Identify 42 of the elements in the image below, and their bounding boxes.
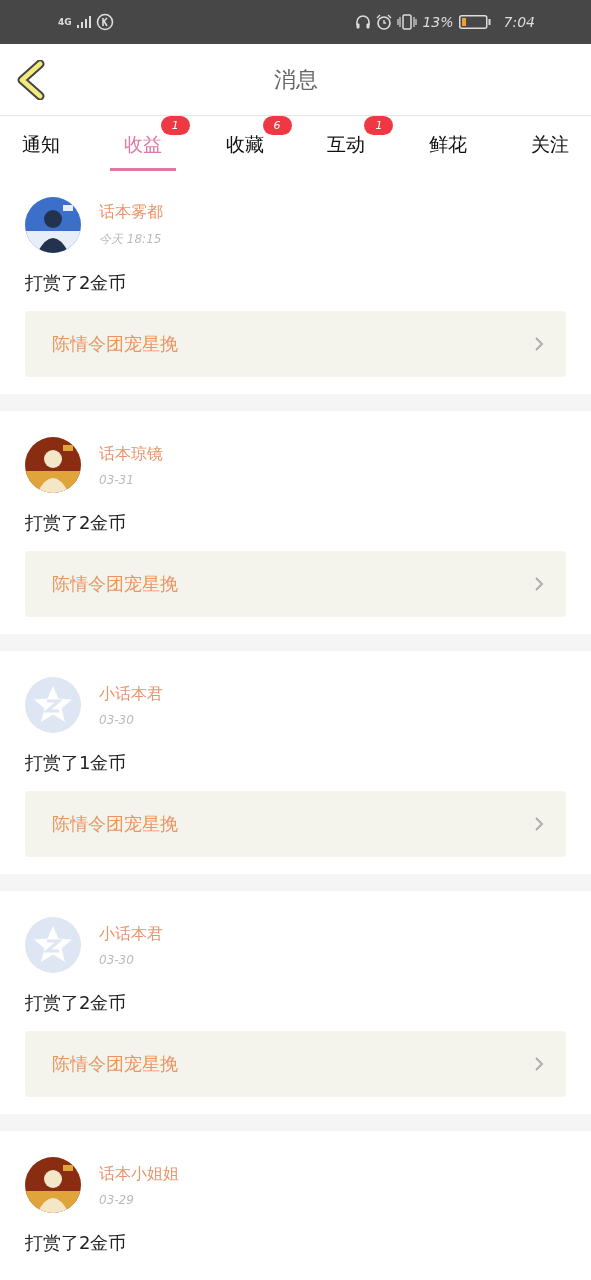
user-name[interactable]: 话本小姐姐 <box>99 1163 179 1185</box>
message-time: 03-31 <box>99 472 135 487</box>
work-link[interactable]: 陈情令团宠星挽 <box>25 1031 566 1097</box>
page-title: 消息 <box>273 65 318 94</box>
battery-percent: 13% <box>422 14 454 30</box>
count-badge: 1 <box>364 116 394 135</box>
clock: 7:04 <box>503 14 535 30</box>
message-text: 打赏了2金币 <box>25 991 128 1015</box>
chevron-icon <box>534 336 544 352</box>
signal-icon <box>76 16 91 28</box>
work-link[interactable]: 陈情令团宠星挽 <box>25 791 566 857</box>
message-time: 03-30 <box>99 952 135 967</box>
message-time: 03-29 <box>99 1192 135 1207</box>
user-name[interactable]: 小话本君 <box>99 923 163 945</box>
work-link[interactable]: 陈情令团宠星挽 <box>25 311 566 377</box>
vibrate-icon <box>397 14 418 30</box>
message-time: 03-30 <box>99 712 135 727</box>
message-text: 打赏了2金币 <box>25 271 128 295</box>
chevron-icon <box>534 1056 544 1072</box>
count-badge: 6 <box>262 116 292 135</box>
message-text: 打赏了2金币 <box>25 1231 128 1255</box>
message-text: 打赏了2金币 <box>25 511 128 535</box>
tab[interactable]: 鲜花 <box>415 120 482 171</box>
default-avatar-icon <box>25 677 81 733</box>
message-time: 今天 18:15 <box>99 231 163 248</box>
user-name[interactable]: 话本琼镜 <box>99 443 163 465</box>
user-name[interactable]: 话本雾都 <box>99 202 163 223</box>
default-avatar-icon <box>25 917 81 973</box>
battery-icon <box>458 15 491 29</box>
chevron-icon <box>534 576 544 592</box>
tab[interactable]: 通知 <box>8 120 74 171</box>
message-text: 打赏了1金币 <box>25 751 128 775</box>
back-icon[interactable] <box>16 60 46 100</box>
tab[interactable]: 关注 <box>517 120 583 171</box>
count-badge: 1 <box>160 116 190 135</box>
network-label: 4G <box>58 17 72 27</box>
headphones-icon <box>355 14 372 30</box>
user-name[interactable]: 小话本君 <box>99 683 163 705</box>
chevron-icon <box>534 816 544 832</box>
circle-icon <box>95 13 114 31</box>
alarm-icon <box>376 14 393 30</box>
work-link[interactable]: 陈情令团宠星挽 <box>25 551 566 617</box>
